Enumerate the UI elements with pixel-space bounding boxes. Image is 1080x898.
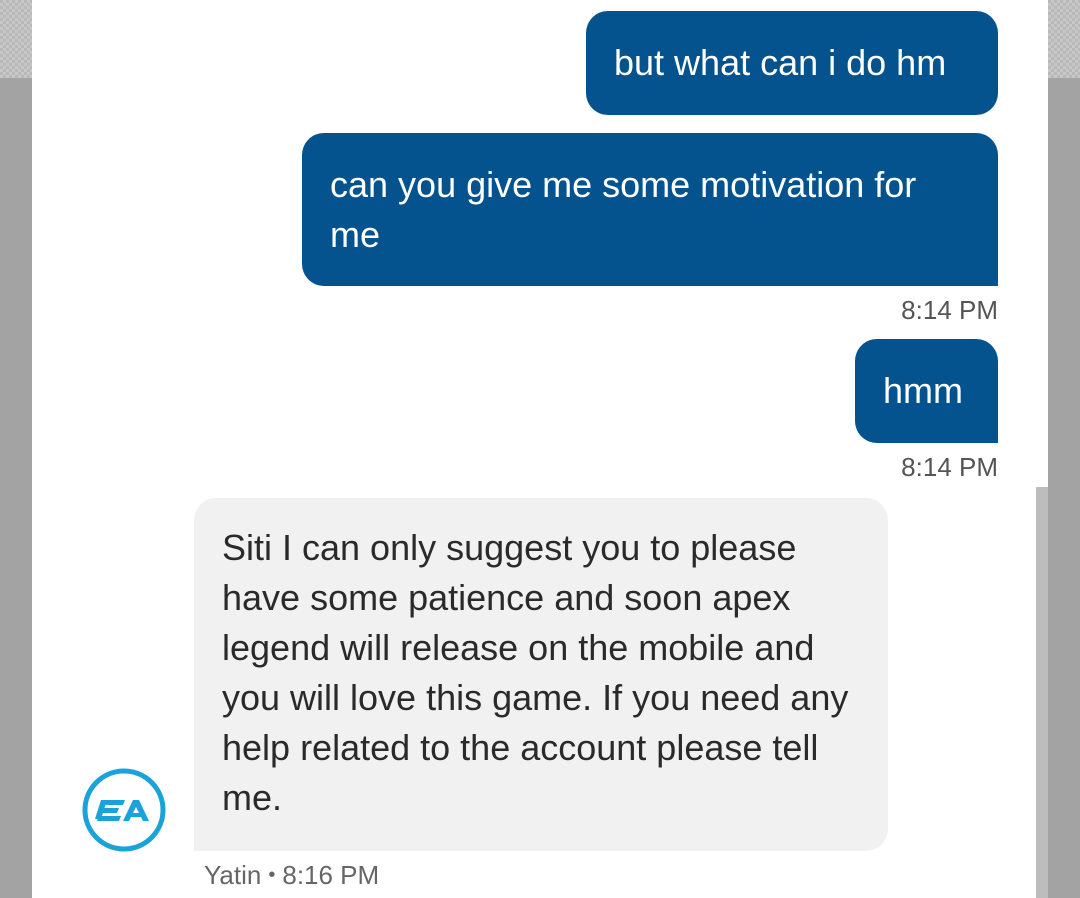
message-text: can you give me some motivation for me	[330, 164, 917, 255]
meta-separator: •	[268, 864, 276, 886]
scrollbar-thumb[interactable]	[1036, 487, 1048, 898]
message-text: hmm	[883, 370, 963, 411]
message-timestamp: 8:16 PM	[282, 860, 380, 890]
message-timestamp: 8:14 PM	[901, 295, 998, 325]
message-text: Siti I can only suggest you to please ha…	[222, 527, 849, 818]
ea-logo-icon	[81, 767, 167, 853]
incoming-message[interactable]: Siti I can only suggest you to please ha…	[194, 498, 888, 851]
outgoing-message[interactable]: hmm	[855, 339, 998, 443]
outgoing-message[interactable]: but what can i do hm	[586, 11, 998, 115]
backdrop-right	[1048, 0, 1080, 898]
sender-name: Yatin	[204, 860, 262, 890]
message-text: but what can i do hm	[614, 42, 947, 83]
outgoing-message[interactable]: can you give me some motivation for me	[302, 133, 998, 286]
sender-meta: Yatin • 8:16 PM	[204, 860, 379, 890]
message-timestamp: 8:14 PM	[901, 452, 998, 482]
backdrop-left	[0, 0, 32, 898]
chat-panel[interactable]: but what can i do hm can you give me som…	[32, 0, 1048, 898]
scrollbar-track[interactable]	[1036, 0, 1048, 898]
